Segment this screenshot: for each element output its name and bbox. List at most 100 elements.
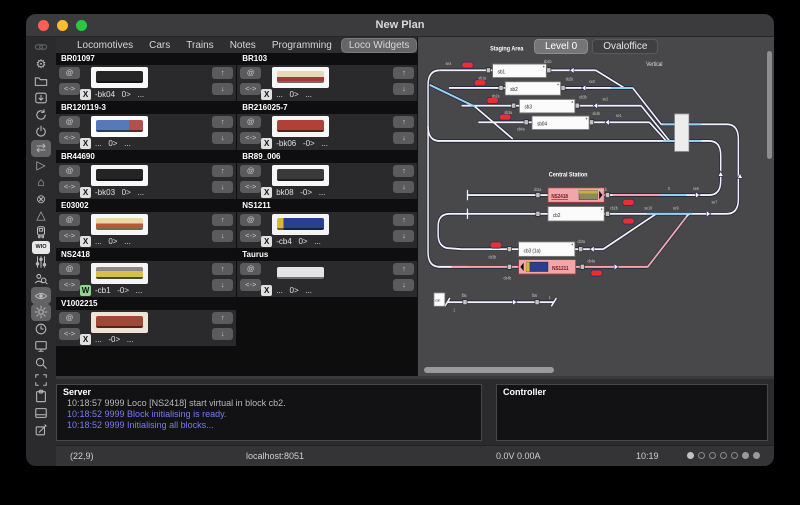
consist-toggle[interactable]: X <box>261 187 272 198</box>
direction-button[interactable]: <-> <box>240 83 261 95</box>
feedback-sensor[interactable] <box>576 103 580 108</box>
user-search-icon[interactable] <box>31 270 51 287</box>
feedback-sensor[interactable] <box>606 211 610 216</box>
clipboard-icon[interactable] <box>31 388 51 405</box>
signal[interactable] <box>623 199 635 205</box>
loop-icon[interactable]: ⇄ <box>31 140 51 157</box>
direction-button[interactable]: <-> <box>240 132 261 144</box>
feedback-sensor[interactable] <box>508 247 512 252</box>
consist-toggle[interactable]: X <box>261 89 272 100</box>
track-segment[interactable] <box>430 85 513 139</box>
direction-button[interactable]: <-> <box>59 181 80 193</box>
import-icon[interactable] <box>31 89 51 106</box>
plan-tab-ovaloffice[interactable]: Ovaloffice <box>592 39 658 54</box>
speed-up-button[interactable]: ↑ <box>212 165 233 177</box>
feedback-sensor[interactable] <box>536 192 540 197</box>
address-button[interactable]: @ <box>240 67 261 79</box>
speed-down-button[interactable]: ↓ <box>212 181 233 193</box>
edit-icon[interactable] <box>31 422 51 439</box>
home-icon[interactable]: ⌂ <box>31 173 51 190</box>
direction-button[interactable]: <-> <box>240 230 261 242</box>
speed-up-button[interactable]: ↑ <box>393 116 414 128</box>
plan-tab-level-0[interactable]: Level 0 <box>534 39 588 54</box>
direction-button[interactable]: <-> <box>59 132 80 144</box>
signal[interactable] <box>623 218 635 224</box>
feedback-sensor[interactable] <box>579 247 583 252</box>
speed-up-button[interactable]: ↑ <box>212 263 233 275</box>
play-icon[interactable]: ▷ <box>31 157 51 174</box>
signal[interactable] <box>491 242 503 248</box>
address-button[interactable]: @ <box>59 67 80 79</box>
feedback-sensor[interactable] <box>561 85 565 90</box>
direction-button[interactable]: <-> <box>240 279 261 291</box>
speed-up-button[interactable]: ↑ <box>393 263 414 275</box>
consist-toggle[interactable]: W <box>80 285 91 296</box>
feedback-sensor[interactable] <box>535 300 539 305</box>
address-button[interactable]: @ <box>240 116 261 128</box>
speed-down-button[interactable]: ↓ <box>393 230 414 242</box>
speed-down-button[interactable]: ↓ <box>212 83 233 95</box>
direction-button[interactable]: <-> <box>59 328 80 340</box>
address-button[interactable]: @ <box>59 116 80 128</box>
consist-toggle[interactable]: X <box>80 187 91 198</box>
feedback-sensor[interactable] <box>536 211 540 216</box>
address-button[interactable]: @ <box>240 165 261 177</box>
feedback-sensor[interactable] <box>512 103 516 108</box>
consist-toggle[interactable]: X <box>80 89 91 100</box>
monitor-icon[interactable] <box>31 338 51 355</box>
consist-toggle[interactable]: X <box>261 285 272 296</box>
clock-icon[interactable] <box>31 321 51 338</box>
feedback-sensor[interactable] <box>499 85 503 90</box>
tab-trains[interactable]: Trains <box>179 39 220 52</box>
warning-icon[interactable]: △ <box>31 207 51 224</box>
speed-up-button[interactable]: ↑ <box>393 165 414 177</box>
speed-up-button[interactable]: ↑ <box>393 67 414 79</box>
power-icon[interactable] <box>31 123 51 140</box>
feedback-sensor[interactable] <box>581 264 585 269</box>
consist-toggle[interactable]: X <box>80 334 91 345</box>
feedback-sensor[interactable] <box>463 300 467 305</box>
address-button[interactable]: @ <box>59 214 80 226</box>
direction-button[interactable]: <-> <box>59 83 80 95</box>
panel-icon[interactable] <box>31 405 51 422</box>
feedback-sensor[interactable] <box>606 192 610 197</box>
track-segment[interactable] <box>662 124 739 213</box>
train-icon[interactable] <box>31 224 51 241</box>
feedback-sensor[interactable] <box>590 120 594 125</box>
speed-down-button[interactable]: ↓ <box>393 279 414 291</box>
plan-vertical-scrollbar[interactable] <box>767 51 772 159</box>
feedback-sensor[interactable] <box>525 120 529 125</box>
address-button[interactable]: @ <box>59 165 80 177</box>
speed-down-button[interactable]: ↓ <box>212 230 233 242</box>
address-button[interactable]: @ <box>59 312 80 324</box>
address-button[interactable]: @ <box>240 214 261 226</box>
tab-loco-widgets[interactable]: Loco Widgets <box>341 38 418 53</box>
direction-button[interactable]: <-> <box>59 279 80 291</box>
speed-down-button[interactable]: ↓ <box>212 279 233 291</box>
direction-button[interactable]: <-> <box>240 181 261 193</box>
feedback-sensor[interactable] <box>547 68 551 73</box>
refresh-icon[interactable] <box>31 106 51 123</box>
link-icon[interactable] <box>31 39 51 56</box>
track-plan[interactable]: sb1sb2sb3sb04NS2418cb2cb3 (1a)NS1211conS… <box>418 37 774 376</box>
gear-icon[interactable]: ⚙ <box>31 56 51 73</box>
speed-down-button[interactable]: ↓ <box>393 83 414 95</box>
tab-cars[interactable]: Cars <box>142 39 177 52</box>
folder-icon[interactable] <box>31 73 51 90</box>
feedback-sensor[interactable] <box>487 68 491 73</box>
consist-toggle[interactable]: X <box>261 236 272 247</box>
signal[interactable] <box>591 270 603 276</box>
speed-down-button[interactable]: ↓ <box>393 181 414 193</box>
crossing-bridge[interactable] <box>675 114 689 151</box>
plan-horizontal-scrollbar[interactable] <box>424 367 554 373</box>
tab-programming[interactable]: Programming <box>265 39 339 52</box>
signal[interactable] <box>462 62 474 68</box>
track-segment[interactable] <box>439 214 468 249</box>
speed-up-button[interactable]: ↑ <box>212 312 233 324</box>
address-button[interactable]: @ <box>59 263 80 275</box>
tab-notes[interactable]: Notes <box>223 39 263 52</box>
speed-down-button[interactable]: ↓ <box>212 132 233 144</box>
speed-down-button[interactable]: ↓ <box>212 328 233 340</box>
consist-toggle[interactable]: X <box>261 138 272 149</box>
speed-up-button[interactable]: ↑ <box>212 116 233 128</box>
